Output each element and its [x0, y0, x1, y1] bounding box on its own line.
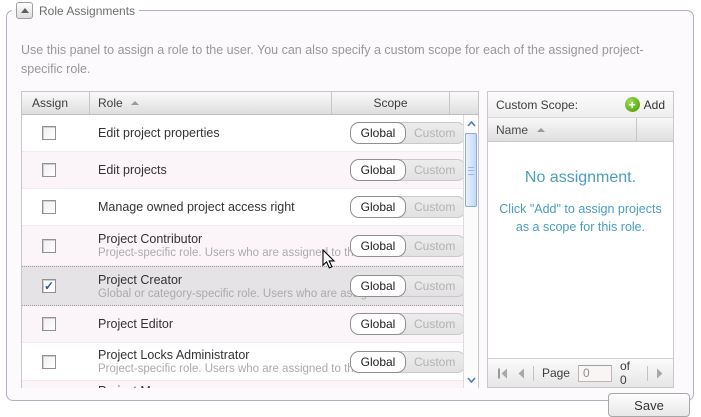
- assign-checkbox[interactable]: [42, 279, 56, 293]
- assign-checkbox[interactable]: [42, 317, 56, 331]
- scope-global-button[interactable]: Global: [350, 196, 406, 218]
- role-description: Global or category-specific role. Users …: [98, 288, 332, 300]
- scope-toggle: Global Custom: [350, 122, 466, 144]
- role-name: Project Creator: [98, 273, 332, 287]
- role-name: Edit project properties: [98, 126, 332, 140]
- scroll-up-button[interactable]: [464, 115, 478, 132]
- add-button-label: Add: [644, 98, 665, 112]
- role-name: Edit projects: [98, 163, 332, 177]
- collapse-button[interactable]: [16, 2, 33, 19]
- scope-custom-button: Custom: [397, 159, 466, 181]
- scope-custom-button: Custom: [397, 122, 466, 144]
- custom-scope-title: Custom Scope:: [496, 98, 578, 112]
- scroll-down-button[interactable]: [464, 371, 478, 388]
- separator: [533, 366, 534, 381]
- panel-legend: Role Assignments: [12, 2, 139, 19]
- column-header-name[interactable]: Name: [488, 118, 673, 142]
- role-name: Project Editor: [98, 317, 332, 331]
- column-header-role-label: Role: [98, 96, 123, 110]
- separator: [647, 366, 648, 381]
- scope-global-button[interactable]: Global: [350, 235, 406, 257]
- add-button[interactable]: + Add: [625, 97, 665, 112]
- scope-custom-button: Custom: [397, 275, 466, 297]
- next-page-button[interactable]: [656, 368, 664, 379]
- assign-checkbox[interactable]: [42, 355, 56, 369]
- role-name: Project Manager: [98, 381, 332, 388]
- table-row-partial[interactable]: Project Manager: [22, 381, 465, 388]
- panel-description: Use this panel to assign a role to the u…: [21, 41, 673, 79]
- table-row[interactable]: Manage owned project access right Global…: [22, 189, 465, 226]
- table-row-selected[interactable]: Project Creator Global or category-speci…: [22, 266, 465, 306]
- table-row[interactable]: Project Contributor Project-specific rol…: [22, 226, 465, 266]
- scope-toggle: Global Custom: [350, 159, 466, 181]
- column-header-name-label: Name: [496, 123, 528, 137]
- column-header-spacer: [450, 92, 463, 114]
- assign-checkbox[interactable]: [42, 126, 56, 140]
- first-page-icon: [497, 368, 509, 379]
- page-count-label: of 0: [620, 359, 639, 387]
- role-description: Project-specific role. Users who are ass…: [98, 247, 332, 259]
- custom-scope-header: Custom Scope: + Add: [488, 92, 673, 118]
- column-header-role[interactable]: Role: [90, 92, 332, 114]
- collapse-up-icon: [21, 8, 29, 13]
- empty-state-message: Click "Add" to assign projects as a scop…: [488, 200, 673, 236]
- scope-global-button[interactable]: Global: [350, 122, 406, 144]
- scrollbar-thumb[interactable]: [465, 133, 477, 207]
- table-row[interactable]: Edit projects Global Custom: [22, 152, 465, 189]
- scope-custom-button: Custom: [397, 235, 466, 257]
- save-button[interactable]: Save: [608, 393, 690, 417]
- previous-page-button[interactable]: [517, 368, 525, 379]
- next-page-icon: [656, 368, 664, 379]
- panel-title: Role Assignments: [39, 4, 135, 18]
- custom-scope-empty-state: No assignment. Click "Add" to assign pro…: [488, 142, 673, 236]
- scope-toggle: Global Custom: [350, 351, 466, 373]
- first-page-button[interactable]: [497, 368, 509, 379]
- scope-custom-button: Custom: [397, 196, 466, 218]
- previous-page-icon: [517, 368, 525, 379]
- scope-global-button[interactable]: Global: [350, 275, 406, 297]
- role-description: Project-specific role. Users who are ass…: [98, 363, 332, 375]
- page-number-input[interactable]: [578, 365, 612, 382]
- role-name: Project Contributor: [98, 232, 332, 246]
- scope-global-button[interactable]: Global: [350, 313, 406, 335]
- chevron-up-icon: [467, 121, 476, 127]
- scrollbar-grip-icon: [468, 167, 474, 175]
- column-separator: [636, 118, 673, 141]
- pagination-bar: Page of 0: [488, 358, 673, 387]
- chevron-down-icon: [467, 377, 476, 383]
- scope-global-button[interactable]: Global: [350, 351, 406, 373]
- assign-checkbox[interactable]: [42, 200, 56, 214]
- page-label: Page: [542, 366, 570, 380]
- vertical-scrollbar[interactable]: [463, 115, 478, 388]
- role-name: Project Locks Administrator: [98, 348, 332, 362]
- custom-scope-panel: Custom Scope: + Add Name No assignment. …: [487, 91, 674, 388]
- scope-custom-button: Custom: [397, 313, 466, 335]
- table-row[interactable]: Project Editor Global Custom: [22, 306, 465, 343]
- roles-table-header: Assign Role Scope: [22, 92, 478, 115]
- scope-toggle: Global Custom: [350, 235, 466, 257]
- sort-ascending-icon: [131, 101, 139, 105]
- table-row[interactable]: Project Locks Administrator Project-spec…: [22, 343, 465, 381]
- assign-checkbox[interactable]: [42, 239, 56, 253]
- scope-toggle: Global Custom: [350, 275, 466, 297]
- role-assignments-panel: Role Assignments Use this panel to assig…: [6, 2, 694, 401]
- scope-toggle: Global Custom: [350, 196, 466, 218]
- add-plus-icon: +: [625, 97, 640, 112]
- table-row[interactable]: Edit project properties Global Custom: [22, 115, 465, 152]
- column-header-scope: Scope: [332, 92, 450, 114]
- assign-checkbox[interactable]: [42, 163, 56, 177]
- column-header-assign: Assign: [22, 92, 90, 114]
- sort-ascending-icon: [537, 128, 545, 132]
- roles-table-body: Edit project properties Global Custom Ed…: [22, 115, 478, 388]
- empty-state-title: No assignment.: [488, 169, 673, 187]
- role-name: Manage owned project access right: [98, 200, 332, 214]
- roles-table: Assign Role Scope Edit project propertie…: [21, 91, 479, 388]
- scope-toggle: Global Custom: [350, 313, 466, 335]
- scope-custom-button: Custom: [397, 351, 466, 373]
- scope-global-button[interactable]: Global: [350, 159, 406, 181]
